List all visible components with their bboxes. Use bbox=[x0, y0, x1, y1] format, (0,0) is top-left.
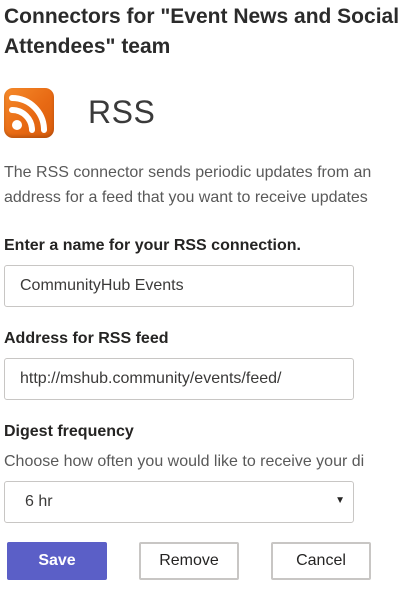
page-title-line-1: Connectors for "Event News and Social bbox=[4, 5, 400, 28]
connector-name: RSS bbox=[88, 94, 156, 130]
digest-frequency-value: 6 hr bbox=[25, 493, 53, 510]
digest-frequency-help: Choose how often you would like to recei… bbox=[4, 453, 365, 470]
page-title: Connectors for "Event News and Social At… bbox=[4, 2, 402, 62]
description-line-1: The RSS connector sends periodic updates… bbox=[4, 164, 372, 181]
chevron-down-icon: ▼ bbox=[335, 495, 345, 506]
remove-button[interactable]: Remove bbox=[139, 542, 239, 580]
cancel-button[interactable]: Cancel bbox=[271, 542, 371, 580]
digest-frequency-label: Digest frequency bbox=[4, 423, 134, 440]
page-title-line-2: Attendees" team bbox=[4, 35, 171, 58]
connector-description: The RSS connector sends periodic updates… bbox=[4, 160, 402, 210]
connection-name-input[interactable] bbox=[4, 265, 354, 307]
save-button[interactable]: Save bbox=[7, 542, 107, 580]
rss-feed-address-input[interactable] bbox=[4, 358, 354, 400]
connection-name-label: Enter a name for your RSS connection. bbox=[4, 237, 301, 254]
digest-frequency-select[interactable]: 6 hr ▼ bbox=[4, 481, 354, 523]
description-line-2: address for a feed that you want to rece… bbox=[4, 189, 368, 206]
rss-icon bbox=[4, 88, 54, 138]
rss-feed-address-label: Address for RSS feed bbox=[4, 330, 169, 347]
